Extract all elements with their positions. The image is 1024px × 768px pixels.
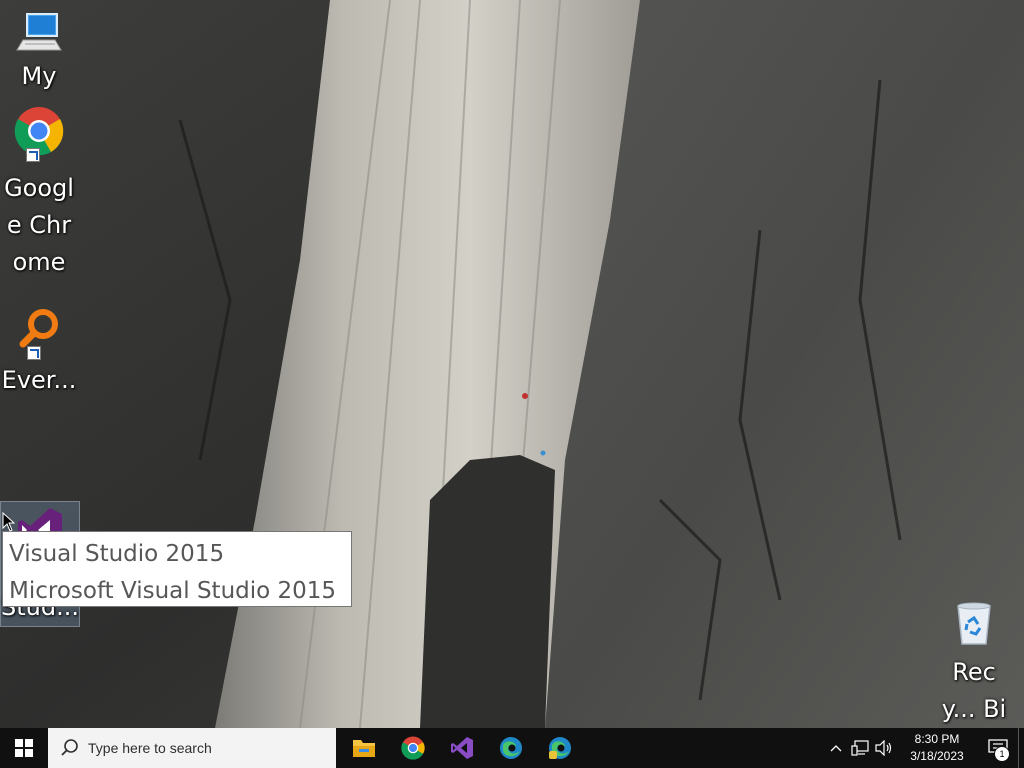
taskbar-chrome[interactable] xyxy=(388,728,437,768)
edge-icon xyxy=(499,737,522,759)
desktop-icon-label: Ever... xyxy=(1,366,77,394)
edge-beta-icon xyxy=(548,737,571,759)
taskbar-visual-studio[interactable] xyxy=(437,728,486,768)
search-box[interactable]: Type here to search xyxy=(48,728,336,768)
notification-count-badge: 1 xyxy=(994,746,1010,762)
tooltip: Visual Studio 2015 Microsoft Visual Stud… xyxy=(2,531,352,607)
volume-button[interactable] xyxy=(872,728,896,768)
system-tray: 8:30 PM 3/18/2023 1 xyxy=(824,728,1024,768)
desktop-icon-this-pc[interactable]: My xyxy=(0,10,78,95)
desktop-icon-everything[interactable]: Ever... xyxy=(0,306,78,399)
show-desktop-button[interactable] xyxy=(1018,728,1024,768)
taskbar-edge[interactable] xyxy=(486,728,535,768)
windows-logo-icon xyxy=(15,739,33,757)
start-button[interactable] xyxy=(0,728,48,768)
show-hidden-icons-button[interactable] xyxy=(824,728,848,768)
taskbar: Type here to search 8:30 PM 3/18/2023 1 xyxy=(0,728,1024,768)
desktop-icon-label: My xyxy=(21,62,57,90)
desktop-wallpaper xyxy=(0,0,1024,728)
file-explorer-icon xyxy=(352,740,375,757)
clock[interactable]: 8:30 PM 3/18/2023 xyxy=(896,731,978,765)
speaker-icon xyxy=(875,740,892,756)
tooltip-description: Microsoft Visual Studio 2015 xyxy=(9,578,337,604)
mouse-cursor-icon xyxy=(2,511,16,536)
network-icon xyxy=(851,740,869,756)
network-button[interactable] xyxy=(848,728,872,768)
clock-time: 8:30 PM xyxy=(914,732,960,746)
rock-cliff-image xyxy=(0,0,1024,728)
search-icon xyxy=(61,739,78,756)
action-center-button[interactable]: 1 xyxy=(978,728,1018,768)
recycle-bin-icon xyxy=(952,600,996,648)
chrome-icon xyxy=(14,106,64,162)
shortcut-arrow-icon xyxy=(26,148,40,162)
chrome-icon xyxy=(400,736,425,760)
search-placeholder: Type here to search xyxy=(88,740,212,756)
taskbar-file-explorer[interactable] xyxy=(339,728,388,768)
tooltip-title: Visual Studio 2015 xyxy=(9,541,225,567)
desktop-icon-label: Google Chrome xyxy=(4,174,74,276)
shortcut-arrow-icon xyxy=(27,346,41,360)
desktop-icon-google-chrome[interactable]: Google Chrome xyxy=(0,106,78,281)
clock-date: 3/18/2023 xyxy=(910,749,964,763)
taskbar-edge-beta[interactable] xyxy=(535,728,584,768)
visual-studio-icon xyxy=(450,737,473,759)
computer-icon xyxy=(15,10,63,58)
chevron-up-icon xyxy=(830,745,842,752)
everything-search-icon xyxy=(15,306,63,360)
